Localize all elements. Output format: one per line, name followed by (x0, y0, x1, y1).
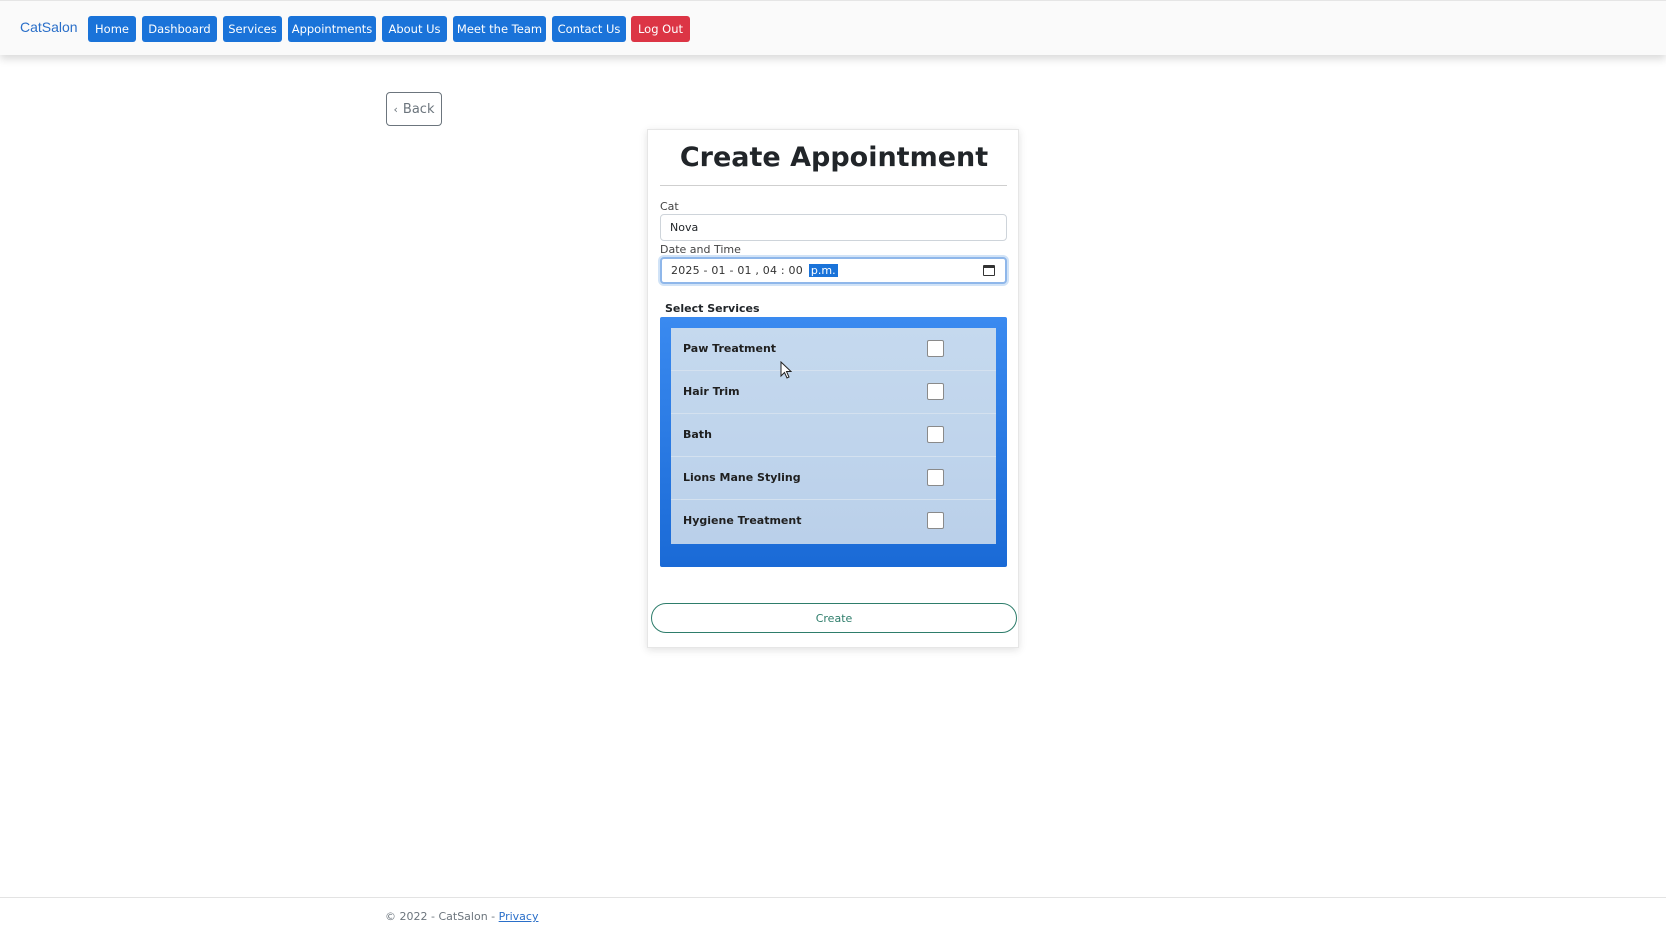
service-row-hygiene-treatment: Hygiene Treatment (671, 500, 996, 543)
nav-contact-us-button[interactable]: Contact Us (552, 16, 626, 42)
service-name: Bath (683, 428, 712, 441)
cat-select-value: Nova (670, 221, 699, 234)
mouse-cursor-icon (780, 361, 792, 379)
datetime-label: Date and Time (660, 243, 741, 256)
create-appointment-card: Create Appointment Cat Nova Date and Tim… (647, 129, 1019, 648)
back-button[interactable]: ‹ Back (386, 92, 442, 126)
footer-copyright: © 2022 - CatSalon - (385, 910, 499, 923)
datetime-value: 2025 - 01 - 01 , 04 : 00 (671, 264, 803, 277)
services-heading: Select Services (665, 302, 760, 315)
brand-link[interactable]: CatSalon (20, 19, 78, 35)
nav-appointments-button[interactable]: Appointments (288, 16, 376, 42)
service-name: Lions Mane Styling (683, 471, 801, 484)
footer: © 2022 - CatSalon - Privacy (385, 910, 538, 923)
service-name: Hair Trim (683, 385, 740, 398)
nav-home-button[interactable]: Home (88, 16, 136, 42)
nav-about-us-button[interactable]: About Us (382, 16, 447, 42)
services-panel: Paw Treatment Hair Trim Bath Lions Mane … (660, 317, 1007, 567)
service-row-hair-trim: Hair Trim (671, 371, 996, 414)
cat-select[interactable]: Nova (660, 214, 1007, 241)
cat-label: Cat (660, 200, 679, 213)
page-title: Create Appointment (679, 142, 989, 173)
service-name: Paw Treatment (683, 342, 777, 355)
nav-dashboard-button[interactable]: Dashboard (142, 16, 217, 42)
chevron-left-icon: ‹ (393, 102, 398, 116)
title-divider (660, 185, 1007, 186)
service-row-paw-treatment: Paw Treatment (671, 328, 996, 371)
top-navbar: CatSalon Home Dashboard Services Appoint… (0, 0, 1666, 55)
logout-button[interactable]: Log Out (631, 16, 690, 42)
create-button[interactable]: Create (651, 603, 1017, 633)
privacy-link[interactable]: Privacy (499, 910, 539, 923)
nav-meet-the-team-button[interactable]: Meet the Team (453, 16, 546, 42)
nav-services-button[interactable]: Services (223, 16, 282, 42)
service-row-lions-mane-styling: Lions Mane Styling (671, 457, 996, 500)
service-checkbox-lions-mane-styling[interactable] (927, 469, 944, 486)
back-button-label: Back (402, 101, 435, 117)
service-checkbox-paw-treatment[interactable] (927, 340, 944, 357)
calendar-icon[interactable] (983, 265, 995, 276)
service-checkbox-hygiene-treatment[interactable] (927, 512, 944, 529)
datetime-ampm-selected[interactable]: p.m. (808, 264, 838, 277)
service-name: Hygiene Treatment (683, 514, 802, 527)
service-checkbox-hair-trim[interactable] (927, 383, 944, 400)
service-row-bath: Bath (671, 414, 996, 457)
services-list: Paw Treatment Hair Trim Bath Lions Mane … (671, 328, 996, 544)
service-checkbox-bath[interactable] (927, 426, 944, 443)
datetime-input[interactable]: 2025 - 01 - 01 , 04 : 00 p.m. (660, 257, 1007, 284)
footer-divider (0, 897, 1666, 898)
